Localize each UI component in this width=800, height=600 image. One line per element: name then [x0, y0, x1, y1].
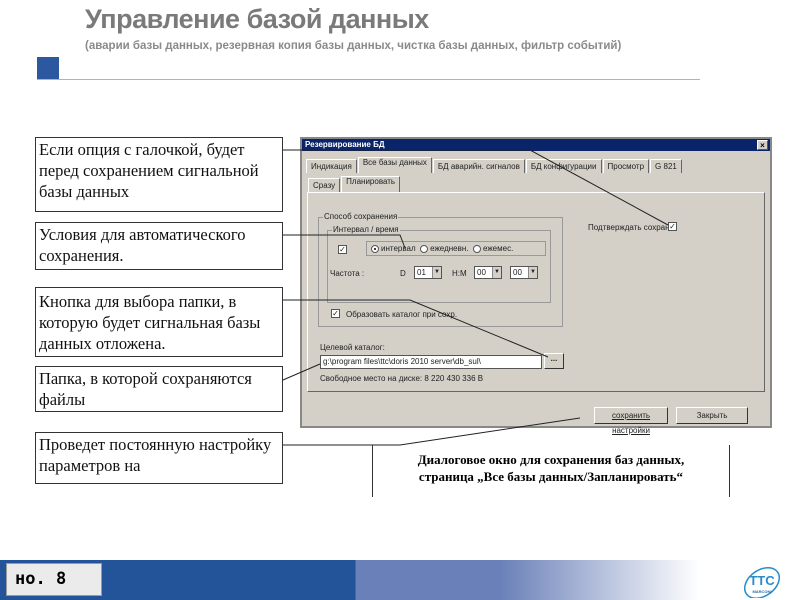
save-method-label: Способ сохранения [323, 212, 399, 221]
radio-interval[interactable]: интервал [371, 244, 416, 253]
schedule-panel: Способ сохранения Интервал / время ✓ инт… [307, 192, 765, 392]
radio-monthly[interactable]: ежемес. [472, 244, 513, 253]
chevron-down-icon: ▼ [432, 267, 441, 278]
target-dir-label: Целевой каталог: [320, 343, 385, 352]
chevron-down-icon: ▼ [492, 267, 501, 278]
figure-caption: Диалоговое окно для сохранения баз данны… [372, 445, 730, 497]
interval-group: Интервал / время ✓ интервал ежедневн. еж… [327, 225, 551, 303]
day-select[interactable]: 01 ▼ [414, 266, 442, 279]
page-number: но. 8 [6, 563, 102, 596]
target-dir-input[interactable]: g:\program files\ttc\doris 2010 server\d… [320, 355, 542, 369]
ttc-marconi-logo: TTC MARCONI [743, 567, 781, 598]
chevron-down-icon: ▼ [528, 267, 537, 278]
caption-line-1: Диалоговое окно для сохранения баз данны… [417, 452, 685, 467]
minute-select[interactable]: 00 ▼ [510, 266, 538, 279]
confirm-label: Подтверждать сохран. [588, 223, 672, 232]
interval-checkbox[interactable]: ✓ [338, 245, 347, 254]
callout-conditions: Условия для автоматического сохранения. [35, 222, 283, 270]
radio-daily[interactable]: ежедневн. [420, 244, 469, 253]
callout-save-settings: Проведет постоянную настройку параметров… [35, 432, 283, 484]
title-divider [37, 79, 700, 80]
hm-label: H:M [452, 269, 467, 278]
tab-alarm-db[interactable]: БД аварийн. сигналов [432, 159, 525, 173]
tab-all-databases[interactable]: Все базы данных [357, 157, 432, 173]
confirm-checkbox[interactable]: ✓ [668, 222, 677, 231]
free-space-text: Свободное место на диске: 8 220 430 336 … [320, 374, 484, 383]
interval-label: Интервал / время [332, 225, 400, 234]
browse-button[interactable]: ... [544, 353, 564, 369]
save-method-group: Способ сохранения Интервал / время ✓ инт… [318, 212, 563, 327]
tab-config-db[interactable]: БД конфигурации [525, 159, 602, 173]
callout-folder: Папка, в которой сохраняются файлы [35, 366, 283, 412]
page-subtitle: (аварии базы данных, резервная копия баз… [85, 40, 622, 52]
page-title: Управление базой данных [85, 4, 429, 34]
tab-g821[interactable]: G 821 [650, 159, 682, 173]
svg-text:TTC: TTC [749, 573, 775, 588]
callout-confirm: Если опция с галочкой, будет перед сохра… [35, 137, 283, 212]
create-dir-checkbox[interactable]: ✓ [331, 309, 340, 318]
save-settings-button[interactable]: сохранить настройки [594, 407, 668, 435]
tab-view[interactable]: Просмотр [602, 159, 650, 173]
create-dir-label: Образовать каталог при сохр. [346, 310, 458, 319]
dialog-title: Резервирование БД [305, 140, 385, 149]
title-accent-square [37, 57, 59, 79]
tab-indication[interactable]: Индикация [306, 159, 357, 173]
backup-dialog: Резервирование БД × Индикация Все базы да… [300, 137, 772, 435]
subtab-now[interactable]: Сразу [308, 178, 341, 192]
frequency-label: Частота : [330, 269, 365, 278]
subtab-schedule[interactable]: Планировать [341, 176, 401, 192]
close-button[interactable]: Закрыть [676, 407, 748, 424]
caption-line-2: страница „Все базы данных/Запланировать“ [418, 469, 684, 484]
dialog-titlebar: Резервирование БД × [302, 139, 770, 151]
callout-browse: Кнопка для выбора папки, в которую будет… [35, 287, 283, 357]
svg-text:MARCONI: MARCONI [752, 589, 771, 594]
hour-select[interactable]: 00 ▼ [474, 266, 502, 279]
close-icon[interactable]: × [757, 140, 768, 150]
footer-bar: но. 8 [0, 560, 800, 600]
day-label: D [400, 269, 406, 278]
